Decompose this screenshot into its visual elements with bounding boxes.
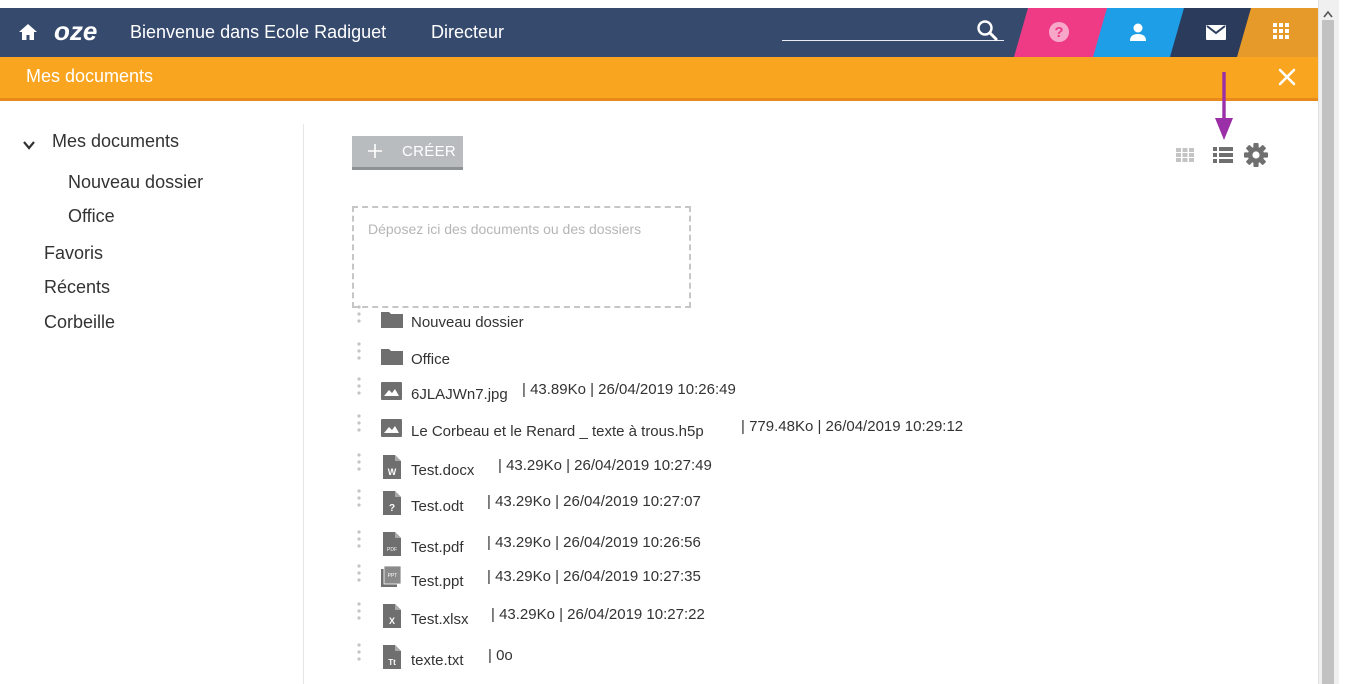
drag-handle-icon[interactable] <box>356 563 362 583</box>
sidebar-divider <box>303 124 304 684</box>
file-row[interactable]: PDF Test.pdf | 43.29Ko | 26/04/2019 10:26:… <box>352 529 1052 563</box>
word-file-icon: W <box>380 454 404 480</box>
drag-handle-icon[interactable] <box>356 341 362 361</box>
file-name[interactable]: Test.xlsx <box>411 611 469 628</box>
svg-text:?: ? <box>389 503 395 514</box>
file-name[interactable]: texte.txt <box>411 652 464 669</box>
page-header-bar: Mes documents <box>0 57 1318 101</box>
file-name[interactable]: Test.pdf <box>411 539 464 556</box>
unknown-file-icon: ? <box>380 490 404 516</box>
file-row[interactable]: Tt texte.txt | 0o <box>352 642 1052 676</box>
page-title: Mes documents <box>26 66 154 86</box>
user-icon <box>1127 21 1149 43</box>
list-view-icon[interactable] <box>1213 146 1233 164</box>
drag-handle-icon[interactable] <box>356 601 362 621</box>
svg-text:?: ? <box>1054 24 1063 41</box>
close-icon[interactable] <box>1277 67 1297 87</box>
drag-handle-icon[interactable] <box>356 642 362 662</box>
drop-zone-text: Déposez ici des documents ou des dossier… <box>368 221 642 237</box>
file-name[interactable]: Test.docx <box>411 462 474 479</box>
folder-icon <box>380 343 404 369</box>
scroll-up-icon[interactable] <box>1322 9 1334 19</box>
drag-handle-icon[interactable] <box>356 529 362 549</box>
file-row[interactable]: Le Corbeau et le Renard _ texte à trous.… <box>352 413 1052 447</box>
create-button[interactable]: CRÉER <box>352 136 463 170</box>
svg-text:X: X <box>389 616 395 626</box>
file-row[interactable]: 6JLAJWn7.jpg | 43.89Ko | 26/04/2019 10:26… <box>352 376 1052 410</box>
file-row[interactable]: W Test.docx | 43.29Ko | 26/04/2019 10:27:4… <box>352 452 1052 486</box>
drop-zone[interactable]: Déposez ici des documents ou des dossier… <box>352 206 691 308</box>
welcome-text: Bienvenue dans Ecole Radiguet <box>130 22 387 42</box>
svg-text:PPT: PPT <box>388 573 398 579</box>
file-row[interactable]: PPT Test.ppt | 43.29Ko | 26/04/2019 10:27:… <box>352 563 1052 597</box>
file-name[interactable]: Test.ppt <box>411 573 464 590</box>
svg-text:oze: oze <box>54 17 97 45</box>
svg-text:PDF: PDF <box>387 547 397 553</box>
image-file-icon <box>380 378 404 404</box>
top-bar: oze Bienvenue dans Ecole Radiguet Direct… <box>0 8 1332 57</box>
grid-view-icon[interactable] <box>1176 148 1194 162</box>
help-tab[interactable]: ? <box>1014 8 1108 57</box>
ppt-file-icon: PPT <box>380 565 404 591</box>
pdf-file-icon: PDF <box>380 531 404 557</box>
file-name[interactable]: 6JLAJWn7.jpg <box>411 386 508 403</box>
drag-handle-icon[interactable] <box>356 304 362 324</box>
svg-text:W: W <box>388 467 397 477</box>
sidebar-item-corbeille[interactable]: Corbeille <box>44 312 115 333</box>
drag-handle-icon[interactable] <box>356 452 362 472</box>
file-row[interactable]: X Test.xlsx | 43.29Ko | 26/04/2019 10:27:2… <box>352 601 1052 635</box>
file-row[interactable]: Office <box>352 341 1052 375</box>
scrollbar-thumb[interactable] <box>1322 20 1334 684</box>
plus-icon <box>368 144 382 158</box>
file-meta: | 43.29Ko | 26/04/2019 10:26:56 <box>487 534 701 551</box>
sidebar-item-mes-documents[interactable]: Mes documents <box>52 131 179 152</box>
sidebar-item-favoris[interactable]: Favoris <box>44 243 103 264</box>
file-row[interactable]: Nouveau dossier <box>352 304 1052 338</box>
gear-icon[interactable] <box>1243 142 1269 168</box>
sidebar-item-recents[interactable]: Récents <box>44 277 110 298</box>
file-meta: | 43.29Ko | 26/04/2019 10:27:07 <box>487 493 701 510</box>
sidebar-item-nouveau-dossier[interactable]: Nouveau dossier <box>68 172 203 193</box>
role-label: Directeur <box>431 22 505 42</box>
image-file-icon <box>380 415 404 441</box>
search-icon[interactable] <box>976 19 998 41</box>
file-name[interactable]: Test.odt <box>411 498 464 515</box>
file-row[interactable]: ? Test.odt | 43.29Ko | 26/04/2019 10:27:07 <box>352 488 1052 522</box>
file-meta: | 0o <box>488 647 513 664</box>
excel-file-icon: X <box>380 603 404 629</box>
file-name[interactable]: Office <box>411 351 450 368</box>
file-name[interactable]: Le Corbeau et le Renard _ texte à trous.… <box>411 423 704 440</box>
file-meta: | 43.29Ko | 26/04/2019 10:27:35 <box>487 568 701 585</box>
text-file-icon: Tt <box>380 644 404 670</box>
home-icon[interactable] <box>18 22 38 42</box>
file-name[interactable]: Nouveau dossier <box>411 314 524 331</box>
chevron-down-icon[interactable] <box>22 138 36 152</box>
drag-handle-icon[interactable] <box>356 413 362 433</box>
sidebar-item-office[interactable]: Office <box>68 206 115 227</box>
profile-tab[interactable] <box>1093 8 1185 57</box>
svg-text:Tt: Tt <box>388 658 396 667</box>
file-meta: | 43.29Ko | 26/04/2019 10:27:49 <box>498 457 712 474</box>
file-meta: | 43.89Ko | 26/04/2019 10:26:49 <box>522 381 736 398</box>
arrow-annotation <box>1215 72 1233 140</box>
file-meta: | 43.29Ko | 26/04/2019 10:27:22 <box>491 606 705 623</box>
mail-icon <box>1204 21 1228 43</box>
drag-handle-icon[interactable] <box>356 376 362 396</box>
oze-logo[interactable]: oze <box>54 17 108 45</box>
search-input[interactable] <box>782 40 1004 41</box>
help-icon: ? <box>1048 21 1070 43</box>
create-label: CRÉER <box>402 143 457 160</box>
apps-grid-icon <box>1273 23 1289 39</box>
file-meta: | 779.48Ko | 26/04/2019 10:29:12 <box>741 418 964 435</box>
drag-handle-icon[interactable] <box>356 488 362 508</box>
folder-icon <box>380 306 404 332</box>
